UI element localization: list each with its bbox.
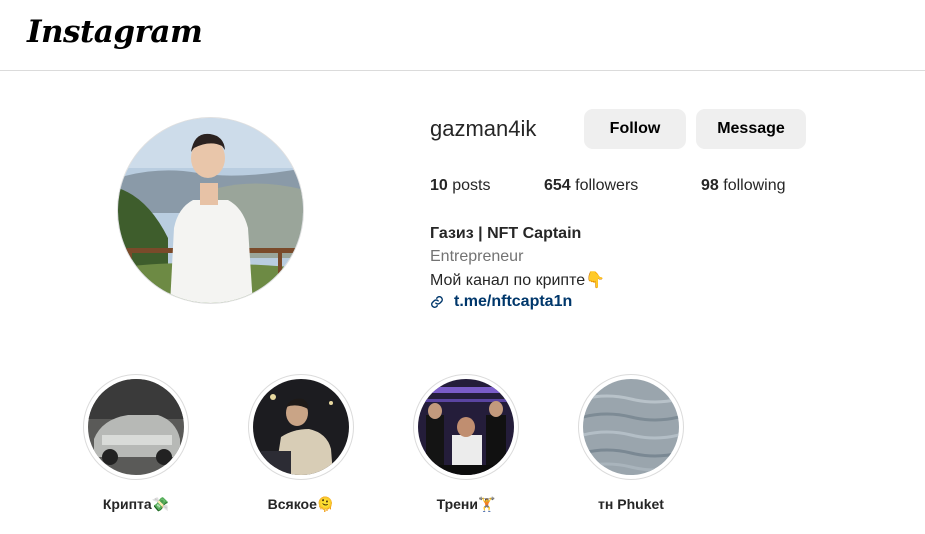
highlight-label: Трени🏋 (436, 496, 496, 512)
top-navigation-bar: Instagram (0, 0, 925, 71)
highlight-cover (418, 379, 514, 475)
story-highlight[interactable]: Крипта💸 (83, 374, 189, 513)
profile-full-name: Газиз | NFT Captain (430, 225, 582, 242)
highlight-label: Крипта💸 (102, 496, 170, 512)
highlight-ring (83, 374, 189, 480)
following-number: 98 (701, 177, 719, 194)
story-highlight[interactable]: Трени🏋 (413, 374, 519, 513)
highlight-ring (413, 374, 519, 480)
followers-number: 654 (544, 177, 571, 194)
story-highlight[interactable]: Всякое🫠 (248, 374, 354, 513)
profile-external-link[interactable]: t.me/nftcapta1n (430, 293, 572, 311)
highlight-ring (248, 374, 354, 480)
highlight-label: тн Phuket (598, 496, 664, 512)
message-button[interactable]: Message (696, 109, 806, 149)
instagram-logo[interactable]: Instagram (27, 14, 203, 50)
posts-label: posts (447, 177, 491, 194)
profile-link-text: t.me/nftcapta1n (454, 293, 573, 310)
highlight-cover (88, 379, 184, 475)
highlight-cover (583, 379, 679, 475)
profile-avatar[interactable] (117, 117, 304, 304)
profile-username: gazman4ik (430, 116, 537, 141)
profile-category: Entrepreneur (430, 248, 524, 265)
profile-bio: Мой канал по крипте👇 (430, 272, 606, 289)
following-count[interactable]: 98 following (701, 177, 786, 195)
posts-count: 10 posts (430, 177, 490, 195)
highlight-label: Всякое🫠 (267, 496, 335, 512)
highlight-cover (253, 379, 349, 475)
highlight-ring (578, 374, 684, 480)
posts-number: 10 (430, 177, 448, 194)
profile-photo (118, 118, 303, 303)
following-label: following (718, 177, 786, 194)
link-chain-icon (430, 295, 444, 309)
follow-button[interactable]: Follow (584, 109, 686, 149)
followers-count[interactable]: 654 followers (544, 177, 638, 195)
story-highlight[interactable]: тн Phuket (578, 374, 684, 512)
followers-label: followers (570, 177, 639, 194)
